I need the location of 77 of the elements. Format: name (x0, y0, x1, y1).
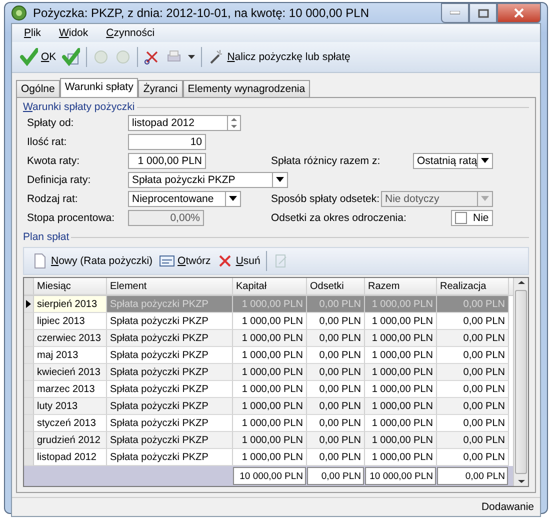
column-header[interactable]: Element (107, 278, 233, 295)
table-cell: Spłata pożyczki PKZP (107, 296, 233, 313)
menu-item[interactable]: Plik (22, 27, 43, 39)
table-cell: 1 000,00 PLN (365, 330, 437, 347)
field-label: Sposób spłaty odsetek: (271, 192, 381, 204)
table-cell: 1 000,00 PLN (233, 330, 307, 347)
section-title: Plan spłat (23, 231, 70, 243)
field-label: Ilość rat: (27, 136, 68, 148)
table-cell: 0,00 PLN (307, 398, 365, 415)
month-spin-field[interactable]: listopad 2012 (128, 114, 241, 130)
total-cell: 10 000,00 PLN (233, 467, 306, 485)
table-row[interactable]: sierpień 2013 Spłata pożyczki PKZP 1 000,00 PLN 0,00 PLN 1 000,00 PLN 0,00 PLN (24, 296, 513, 313)
table-cell: grudzień 2012 (34, 432, 107, 449)
status-text: Dodawanie (481, 501, 534, 513)
input-field[interactable]: 10 (128, 134, 206, 150)
total-cell: 10 000,00 PLN (365, 467, 436, 485)
table-cell: 0,00 PLN (307, 296, 365, 313)
table-cell: 0,00 PLN (437, 296, 509, 313)
section-title: Warunki spłaty pożyczki (23, 101, 135, 113)
table-cell: 1 000,00 PLN (365, 398, 437, 415)
table-row[interactable]: czerwiec 2013 Spłata pożyczki PKZP 1 000,00 PLN 0,00 PLN 1 000,00 PLN 0,00 PLN (24, 330, 513, 347)
table-cell: 0,00 PLN (307, 432, 365, 449)
tab[interactable]: Ogólne (16, 80, 60, 97)
table-cell: 1 000,00 PLN (233, 364, 307, 381)
window-title: Pożyczka: PKZP, z dnia: 2012-10-01, na kwotę: 10 000,00 PLN (33, 6, 370, 20)
table-cell: 1 000,00 PLN (233, 432, 307, 449)
field-label: Spłata różnicy razem z: (271, 154, 382, 166)
menu-item[interactable]: Widok (56, 27, 90, 39)
field-label: Rodzaj rat: (27, 192, 79, 204)
table-cell: 1 000,00 PLN (233, 398, 307, 415)
menu-item[interactable]: Czynności (104, 27, 157, 39)
table-cell: 0,00 PLN (437, 398, 509, 415)
new-button[interactable]: Nowy (Rata pożyczki) (32, 253, 153, 269)
dropdown-field[interactable]: Ostatnią ratą (413, 152, 493, 168)
table-cell: 1 000,00 PLN (365, 432, 437, 449)
table-cell: luty 2013 (34, 398, 107, 415)
input-field[interactable]: 1 000,00 PLN (128, 152, 206, 168)
column-header[interactable]: Odsetki (307, 278, 365, 295)
table-row[interactable]: kwiecień 2013 Spłata pożyczki PKZP 1 000,00 PLN 0,00 PLN 1 000,00 PLN 0,00 PLN (24, 364, 513, 381)
field-label: Odsetki za okres odroczenia: (271, 212, 408, 224)
column-header[interactable]: Miesiąc (34, 278, 107, 295)
total-cell: 0,00 PLN (437, 467, 508, 485)
table-row[interactable]: grudzień 2012 Spłata pożyczki PKZP 1 000,00 PLN 0,00 PLN 1 000,00 PLN 0,00 PLN (24, 432, 513, 449)
total-cell: 0,00 PLN (307, 467, 364, 485)
field-label: Definicja raty: (27, 174, 92, 186)
table-cell: Spłata pożyczki PKZP (107, 432, 233, 449)
table-cell: 0,00 PLN (307, 364, 365, 381)
table-cell: Spłata pożyczki PKZP (107, 330, 233, 347)
table-cell: 0,00 PLN (437, 364, 509, 381)
dropdown-field[interactable]: Nieprocentowane (128, 190, 241, 206)
tab[interactable]: Warunki spłaty (60, 78, 138, 97)
open-button[interactable]: Otwórz (158, 253, 211, 269)
column-header[interactable]: Kapitał (233, 278, 307, 295)
table-row[interactable]: luty 2013 Spłata pożyczki PKZP 1 000,00 PLN 0,00 PLN 1 000,00 PLN 0,00 PLN (24, 398, 513, 415)
table-cell: 1 000,00 PLN (233, 296, 307, 313)
table-cell: 0,00 PLN (307, 330, 365, 347)
table-cell: 1 000,00 PLN (365, 364, 437, 381)
column-header[interactable]: Razem (365, 278, 437, 295)
table-cell: Spłata pożyczki PKZP (107, 364, 233, 381)
table-cell: Spłata pożyczki PKZP (107, 398, 233, 415)
table-cell: kwiecień 2013 (34, 364, 107, 381)
ok-button[interactable]: OK (20, 48, 56, 66)
field-label: Kwota raty: (27, 154, 81, 166)
checkbox[interactable]: Nie (451, 210, 493, 226)
field-label: Spłaty od: (27, 116, 75, 128)
table-cell: 0,00 PLN (437, 330, 509, 347)
tab[interactable]: Elementy wynagrodzenia (182, 80, 310, 97)
table-cell: 1 000,00 PLN (365, 296, 437, 313)
field-label: Stopa procentowa: (27, 212, 116, 224)
delete-button[interactable]: Usuń (216, 253, 260, 269)
table-cell: sierpień 2013 (34, 296, 107, 313)
column-header[interactable]: Realizacja (437, 278, 509, 295)
dropdown-field[interactable]: Spłata pożyczki PKZP (128, 172, 288, 188)
table-cell: czerwiec 2013 (34, 330, 107, 347)
calculate-button[interactable]: Nalicz pożyczkę lub spłatę (208, 49, 350, 65)
tab[interactable]: Żyranci (138, 80, 183, 97)
table-cell: 0,00 PLN (437, 432, 509, 449)
